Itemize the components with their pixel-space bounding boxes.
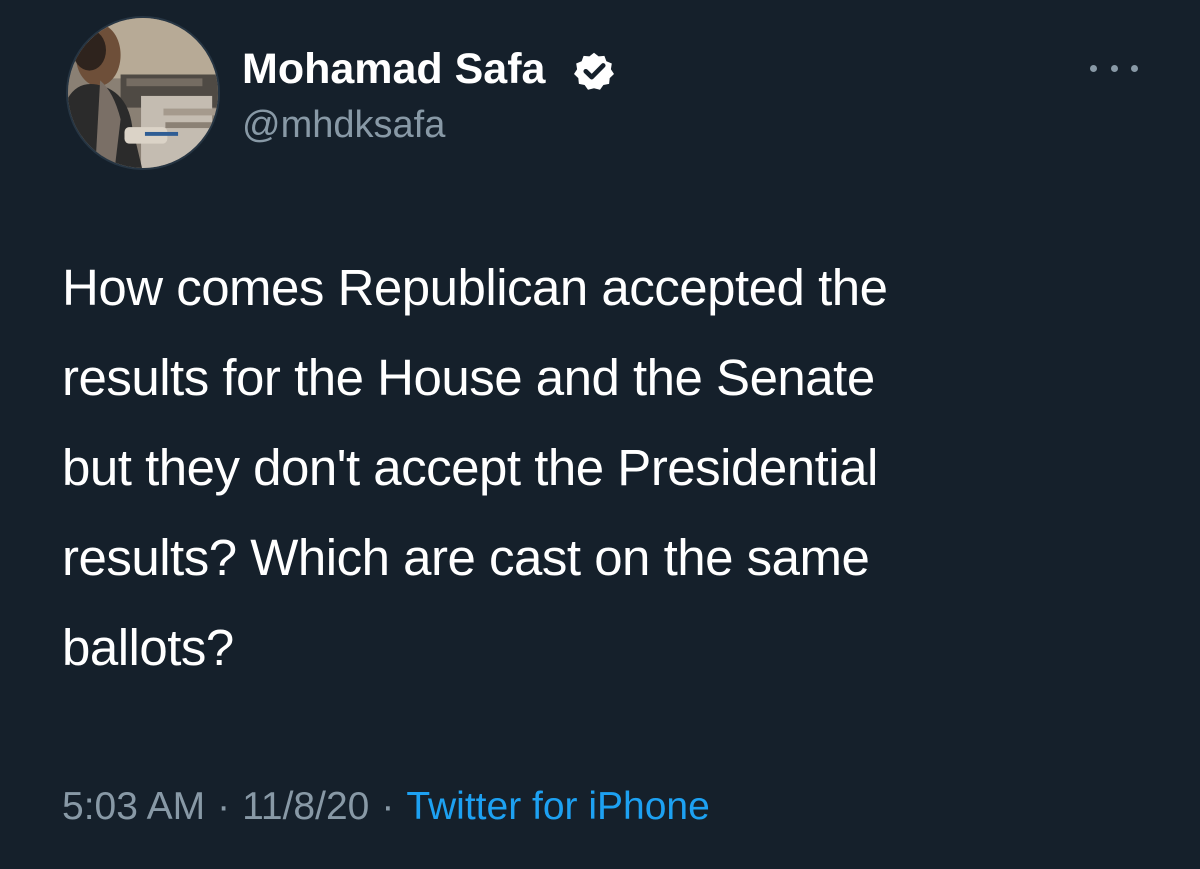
tweet-source-link[interactable]: Twitter for iPhone	[406, 781, 709, 833]
more-dot	[1131, 64, 1138, 72]
tweet-detail: Mohamad Safa @mhdksafa How comes Republi…	[0, 0, 1200, 869]
more-dot	[1090, 64, 1097, 72]
more-dot	[1110, 64, 1118, 72]
author-handle[interactable]: @mhdksafa	[242, 101, 445, 149]
avatar[interactable]	[66, 16, 220, 170]
tweet-meta: 5:03 AM · 11/8/20 · Twitter for iPhone	[62, 778, 710, 836]
profile-photo	[68, 18, 218, 168]
author-name[interactable]: Mohamad Safa	[242, 43, 545, 95]
tweet-date[interactable]: 11/8/20	[242, 781, 369, 833]
tweet-time[interactable]: 5:03 AM	[62, 781, 205, 833]
tweet-text: How comes Republican accepted the result…	[62, 259, 888, 676]
verified-badge-icon	[574, 51, 614, 91]
meta-separator: ·	[217, 785, 231, 828]
more-options-icon[interactable]	[1090, 55, 1138, 81]
meta-separator: ·	[381, 785, 395, 828]
